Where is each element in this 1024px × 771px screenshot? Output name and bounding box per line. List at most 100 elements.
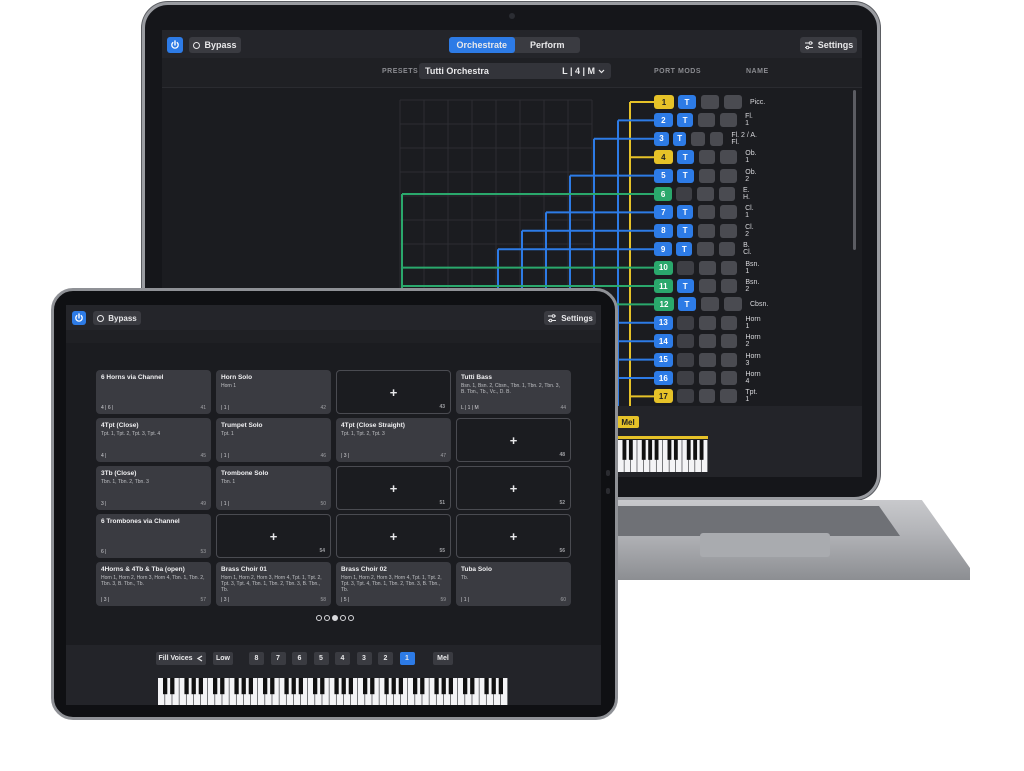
port-row[interactable]: 15 Horn 3 xyxy=(654,352,765,367)
transpose-toggle[interactable]: T xyxy=(676,279,694,293)
mod-slot[interactable] xyxy=(698,334,716,349)
voice-count-button[interactable]: 5 xyxy=(313,652,329,665)
transpose-toggle[interactable] xyxy=(676,334,694,349)
preset-select[interactable]: Tutti Orchestra L | 4 | M xyxy=(419,63,611,79)
mod-slot[interactable] xyxy=(720,223,738,238)
transpose-toggle[interactable] xyxy=(676,187,693,201)
mod-slot[interactable] xyxy=(720,352,738,367)
port-row[interactable]: 13 Horn 1 xyxy=(654,315,765,330)
page-dot[interactable] xyxy=(332,615,338,621)
port-badge[interactable]: 14 xyxy=(654,334,673,349)
transpose-toggle[interactable]: T xyxy=(672,131,687,146)
preset-slot[interactable]: 6 Horns via Channel 4 | 6 | 41 xyxy=(96,370,211,414)
tablet-settings-button[interactable]: Settings xyxy=(544,311,596,325)
transpose-toggle[interactable] xyxy=(676,260,694,275)
transpose-toggle[interactable] xyxy=(676,371,694,385)
voice-count-button[interactable]: 7 xyxy=(270,652,286,665)
bypass-button[interactable]: Bypass xyxy=(189,37,241,53)
mod-slot[interactable] xyxy=(718,242,736,257)
power-button[interactable] xyxy=(167,37,183,53)
port-row[interactable]: 3 T Fl. 2 / A. Fl. xyxy=(654,131,758,146)
preset-slot[interactable]: Tutti Bass Bsn. 1, Bsn. 2, Cbsn., Tbn. 1,… xyxy=(456,370,571,414)
port-row[interactable]: 12 T Cbsn. xyxy=(654,297,768,312)
mod-slot[interactable] xyxy=(698,260,716,275)
port-badge[interactable]: 7 xyxy=(654,205,673,220)
mod-slot[interactable] xyxy=(720,334,738,349)
mod-slot[interactable] xyxy=(698,150,716,165)
mod-slot[interactable] xyxy=(701,95,719,109)
mod-slot[interactable] xyxy=(724,95,742,109)
preset-slot[interactable]: 3Tb (Close) Tbn. 1, Tbn. 2, Tbn. 3 3 | 49 xyxy=(96,466,211,510)
port-badge[interactable]: 5 xyxy=(654,168,673,183)
port-row[interactable]: 1 T Picc. xyxy=(654,95,765,109)
mod-slot[interactable] xyxy=(698,168,716,183)
mod-slot[interactable] xyxy=(720,150,738,165)
voice-count-button[interactable]: 2 xyxy=(378,652,393,665)
mod-slot[interactable] xyxy=(720,168,738,183)
port-row[interactable]: 5 T Ob. 2 xyxy=(654,168,761,183)
port-badge[interactable]: 8 xyxy=(654,223,673,238)
mod-slot[interactable] xyxy=(698,389,716,404)
transpose-toggle[interactable]: T xyxy=(676,113,694,128)
mod-slot[interactable] xyxy=(720,113,738,128)
mod-slot[interactable] xyxy=(698,352,716,367)
tab-orchestrate[interactable]: Orchestrate xyxy=(449,37,515,53)
voice-count-button[interactable]: 3 xyxy=(356,652,372,665)
mod-slot[interactable] xyxy=(720,260,738,275)
low-button[interactable]: Low xyxy=(213,652,233,665)
mod-slot[interactable] xyxy=(701,297,719,312)
empty-slot[interactable]: +48 xyxy=(456,418,571,462)
preset-slot[interactable]: 4Tpt (Close Straight) Tpt. 1, Tpt. 2, Tpt… xyxy=(336,418,451,462)
transpose-toggle[interactable] xyxy=(676,315,694,330)
empty-slot[interactable]: +55 xyxy=(336,514,451,558)
settings-button[interactable]: Settings xyxy=(800,37,857,53)
transpose-toggle[interactable]: T xyxy=(676,242,693,257)
port-badge[interactable]: 6 xyxy=(654,187,673,201)
port-row[interactable]: 11 T Bsn. 2 xyxy=(654,279,764,293)
port-row[interactable]: 8 T Cl. 2 xyxy=(654,223,759,238)
port-badge[interactable]: 2 xyxy=(654,113,673,128)
page-indicator[interactable] xyxy=(316,615,354,621)
page-dot[interactable] xyxy=(324,615,330,621)
voice-count-button[interactable]: 6 xyxy=(292,652,307,665)
empty-slot[interactable]: +43 xyxy=(336,370,451,414)
port-row[interactable]: 17 Tpt. 1 xyxy=(654,389,762,404)
port-row[interactable]: 4 T Ob. 1 xyxy=(654,150,761,165)
port-row[interactable]: 2 T Fl. 1 xyxy=(654,113,758,128)
empty-slot[interactable]: +54 xyxy=(216,514,331,558)
transpose-toggle[interactable]: T xyxy=(678,297,696,312)
preset-slot[interactable]: Tuba Solo Tb. | 1 | 60 xyxy=(456,562,571,606)
port-badge[interactable]: 9 xyxy=(654,242,673,257)
transpose-toggle[interactable] xyxy=(676,389,694,404)
preset-slot[interactable]: Trumpet Solo Tpt. 1 | 1 | 46 xyxy=(216,418,331,462)
mod-slot[interactable] xyxy=(720,389,738,404)
mod-slot[interactable] xyxy=(698,223,716,238)
mod-slot[interactable] xyxy=(697,242,714,257)
fill-voices-button[interactable]: Fill Voices xyxy=(156,652,206,665)
mel-button[interactable]: Mel xyxy=(617,416,639,428)
mod-slot[interactable] xyxy=(718,187,735,201)
port-row[interactable]: 9 T B. Cl. xyxy=(654,242,759,257)
preset-slot[interactable]: 6 Trombones via Channel 6 | 53 xyxy=(96,514,211,558)
page-dot[interactable] xyxy=(348,615,354,621)
tab-perform[interactable]: Perform xyxy=(515,37,581,53)
page-dot[interactable] xyxy=(340,615,346,621)
voice-count-button[interactable]: 1 xyxy=(399,652,415,665)
tablet-piano-keyboard[interactable] xyxy=(158,678,508,705)
port-badge[interactable]: 13 xyxy=(654,315,673,330)
empty-slot[interactable]: +52 xyxy=(456,466,571,510)
port-badge[interactable]: 3 xyxy=(654,131,669,146)
mod-slot[interactable] xyxy=(698,315,716,330)
preset-slot[interactable]: Brass Choir 01 Horn 1, Horn 2, Horn 3, Ho… xyxy=(216,562,331,606)
tablet-power-button[interactable] xyxy=(72,311,86,325)
mod-slot[interactable] xyxy=(691,131,705,146)
mod-slot[interactable] xyxy=(698,371,716,385)
port-badge[interactable]: 4 xyxy=(654,150,673,165)
port-row[interactable]: 10 Bsn. 1 xyxy=(654,260,764,275)
port-badge[interactable]: 12 xyxy=(654,297,674,312)
port-badge[interactable]: 1 xyxy=(654,95,674,109)
tablet-mel-button[interactable]: Mel xyxy=(433,652,453,665)
empty-slot[interactable]: +56 xyxy=(456,514,571,558)
scrollbar[interactable] xyxy=(853,90,856,250)
mod-slot[interactable] xyxy=(720,205,738,220)
